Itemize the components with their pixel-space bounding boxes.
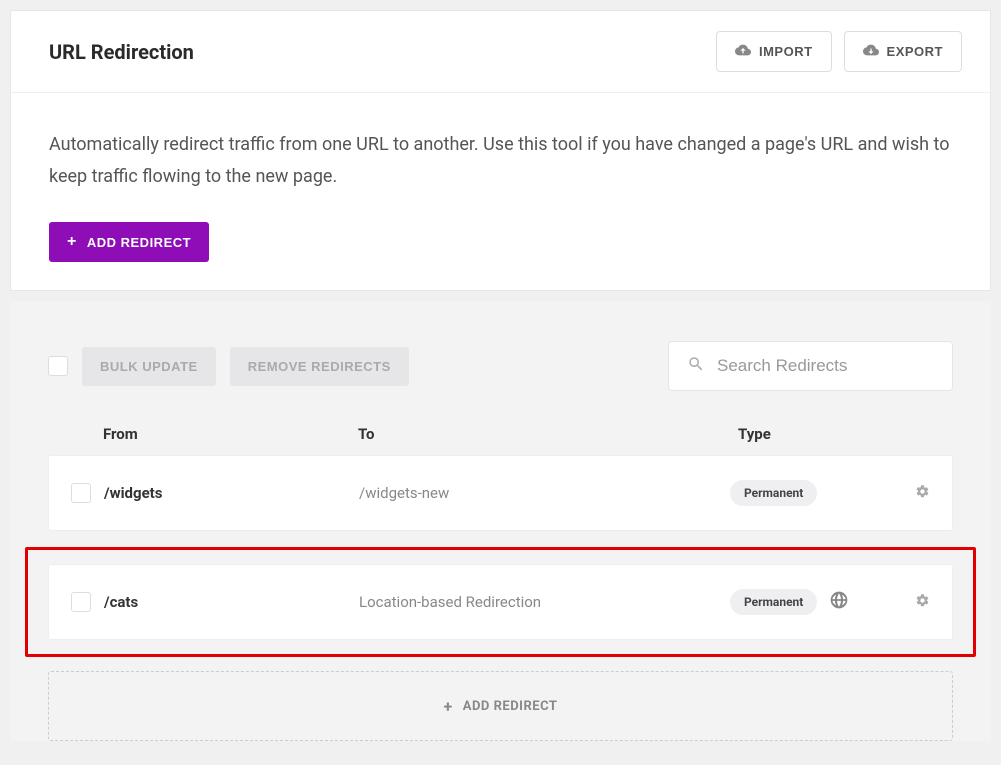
import-label: IMPORT bbox=[759, 44, 813, 59]
gear-icon[interactable] bbox=[915, 593, 930, 612]
redirects-listing: BULK UPDATE REMOVE REDIRECTS From To Typ… bbox=[10, 301, 991, 741]
plus-icon: + bbox=[67, 234, 77, 250]
bulk-update-button[interactable]: BULK UPDATE bbox=[82, 347, 216, 386]
gear-icon[interactable] bbox=[915, 484, 930, 503]
column-type: Type bbox=[738, 425, 953, 443]
row-to: Location-based Redirection bbox=[359, 593, 730, 611]
remove-redirects-button[interactable]: REMOVE REDIRECTS bbox=[230, 347, 409, 386]
globe-icon bbox=[829, 590, 849, 614]
type-badge: Permanent bbox=[730, 480, 817, 506]
description-text: Automatically redirect traffic from one … bbox=[49, 129, 952, 192]
type-badge: Permanent bbox=[730, 589, 817, 615]
row-from: /cats bbox=[104, 593, 359, 611]
row-to: /widgets-new bbox=[359, 484, 730, 502]
panel-body: Automatically redirect traffic from one … bbox=[11, 93, 990, 290]
row-checkbox[interactable] bbox=[71, 592, 91, 612]
table-row: /cats Location-based Redirection Permane… bbox=[48, 564, 953, 640]
url-redirection-panel: URL Redirection IMPORT EXPORT Automatica… bbox=[10, 10, 991, 291]
table-row: /widgets /widgets-new Permanent bbox=[48, 455, 953, 531]
table-header: From To Type bbox=[10, 391, 991, 455]
add-redirect-button[interactable]: + ADD REDIRECT bbox=[49, 222, 209, 262]
panel-header: URL Redirection IMPORT EXPORT bbox=[11, 11, 990, 93]
export-label: EXPORT bbox=[887, 44, 943, 59]
search-field-wrap bbox=[668, 341, 953, 391]
highlighted-row-wrapper: /cats Location-based Redirection Permane… bbox=[25, 547, 976, 657]
add-redirect-footer-label: ADD REDIRECT bbox=[463, 699, 558, 714]
export-button[interactable]: EXPORT bbox=[844, 31, 962, 72]
add-redirect-row-button[interactable]: + ADD REDIRECT bbox=[48, 671, 953, 741]
cloud-download-icon bbox=[863, 42, 879, 61]
search-icon bbox=[687, 355, 705, 377]
plus-icon: + bbox=[444, 697, 453, 716]
row-from: /widgets bbox=[104, 484, 359, 502]
column-to: To bbox=[358, 425, 738, 443]
row-checkbox[interactable] bbox=[71, 483, 91, 503]
cloud-upload-icon bbox=[735, 42, 751, 61]
select-all-checkbox[interactable] bbox=[48, 356, 68, 376]
column-from: From bbox=[103, 425, 358, 443]
add-redirect-label: ADD REDIRECT bbox=[87, 235, 191, 250]
import-button[interactable]: IMPORT bbox=[716, 31, 832, 72]
header-actions: IMPORT EXPORT bbox=[716, 31, 962, 72]
list-toolbar: BULK UPDATE REMOVE REDIRECTS bbox=[10, 341, 991, 391]
page-title: URL Redirection bbox=[49, 40, 194, 64]
search-input[interactable] bbox=[717, 356, 934, 376]
